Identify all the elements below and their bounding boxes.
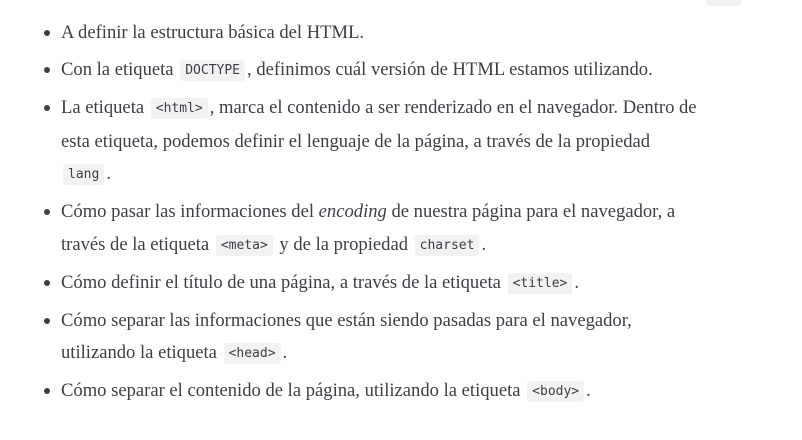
inline-code: charset <box>414 234 480 256</box>
list-item: La etiqueta <html>, marca el contenido a… <box>0 92 700 192</box>
item-text: . <box>586 380 591 401</box>
item-text: La etiqueta <box>61 97 149 118</box>
bullet-icon <box>44 388 50 394</box>
item-text: . <box>574 271 580 293</box>
item-text: Con la etiqueta <box>61 59 179 80</box>
item-text: A definir la estructura básica del HTML. <box>61 22 365 43</box>
inline-code: <body> <box>527 381 585 402</box>
bullet-icon <box>44 317 50 324</box>
item-text: Cómo separar el contenido de la página, … <box>61 380 526 401</box>
list-item: Cómo separar el contenido de la página, … <box>0 375 700 409</box>
list-item: Con la etiqueta DOCTYPE, definimos cuál … <box>0 54 700 88</box>
bullet-icon <box>44 105 50 111</box>
list-item: Cómo definir el título de una página, a … <box>0 267 700 301</box>
bullet-icon <box>44 209 50 215</box>
list-item: Cómo separar las informaciones que están… <box>0 305 700 371</box>
bullet-icon <box>44 30 50 36</box>
inline-code: lang <box>63 164 105 185</box>
inline-code: <meta> <box>215 234 273 256</box>
item-text: y de la propiedad <box>274 233 413 255</box>
item-text: Cómo definir el título de una página, a … <box>61 271 506 293</box>
item-text: . <box>106 163 111 184</box>
bullet-icon <box>44 279 50 286</box>
summary-list: A definir la estructura básica del HTML.… <box>0 17 700 413</box>
item-text: Cómo pasar las informaciones del <box>61 201 319 222</box>
list-item: Cómo pasar las informaciones del encodin… <box>0 196 700 262</box>
inline-code: <title> <box>507 272 573 294</box>
inline-code: DOCTYPE <box>180 60 246 81</box>
item-text: Cómo separar las informaciones que están… <box>61 309 632 364</box>
bullet-icon <box>44 67 50 73</box>
inline-code: <head> <box>223 343 281 364</box>
emphasis-text: encoding <box>318 201 387 222</box>
item-text: , definimos cuál versión de HTML estamos… <box>247 59 653 80</box>
item-text: . <box>282 342 288 363</box>
inline-code: <html> <box>150 98 208 119</box>
item-text: . <box>481 233 487 255</box>
corner-tab <box>706 0 741 6</box>
list-item: A definir la estructura básica del HTML. <box>0 17 700 50</box>
